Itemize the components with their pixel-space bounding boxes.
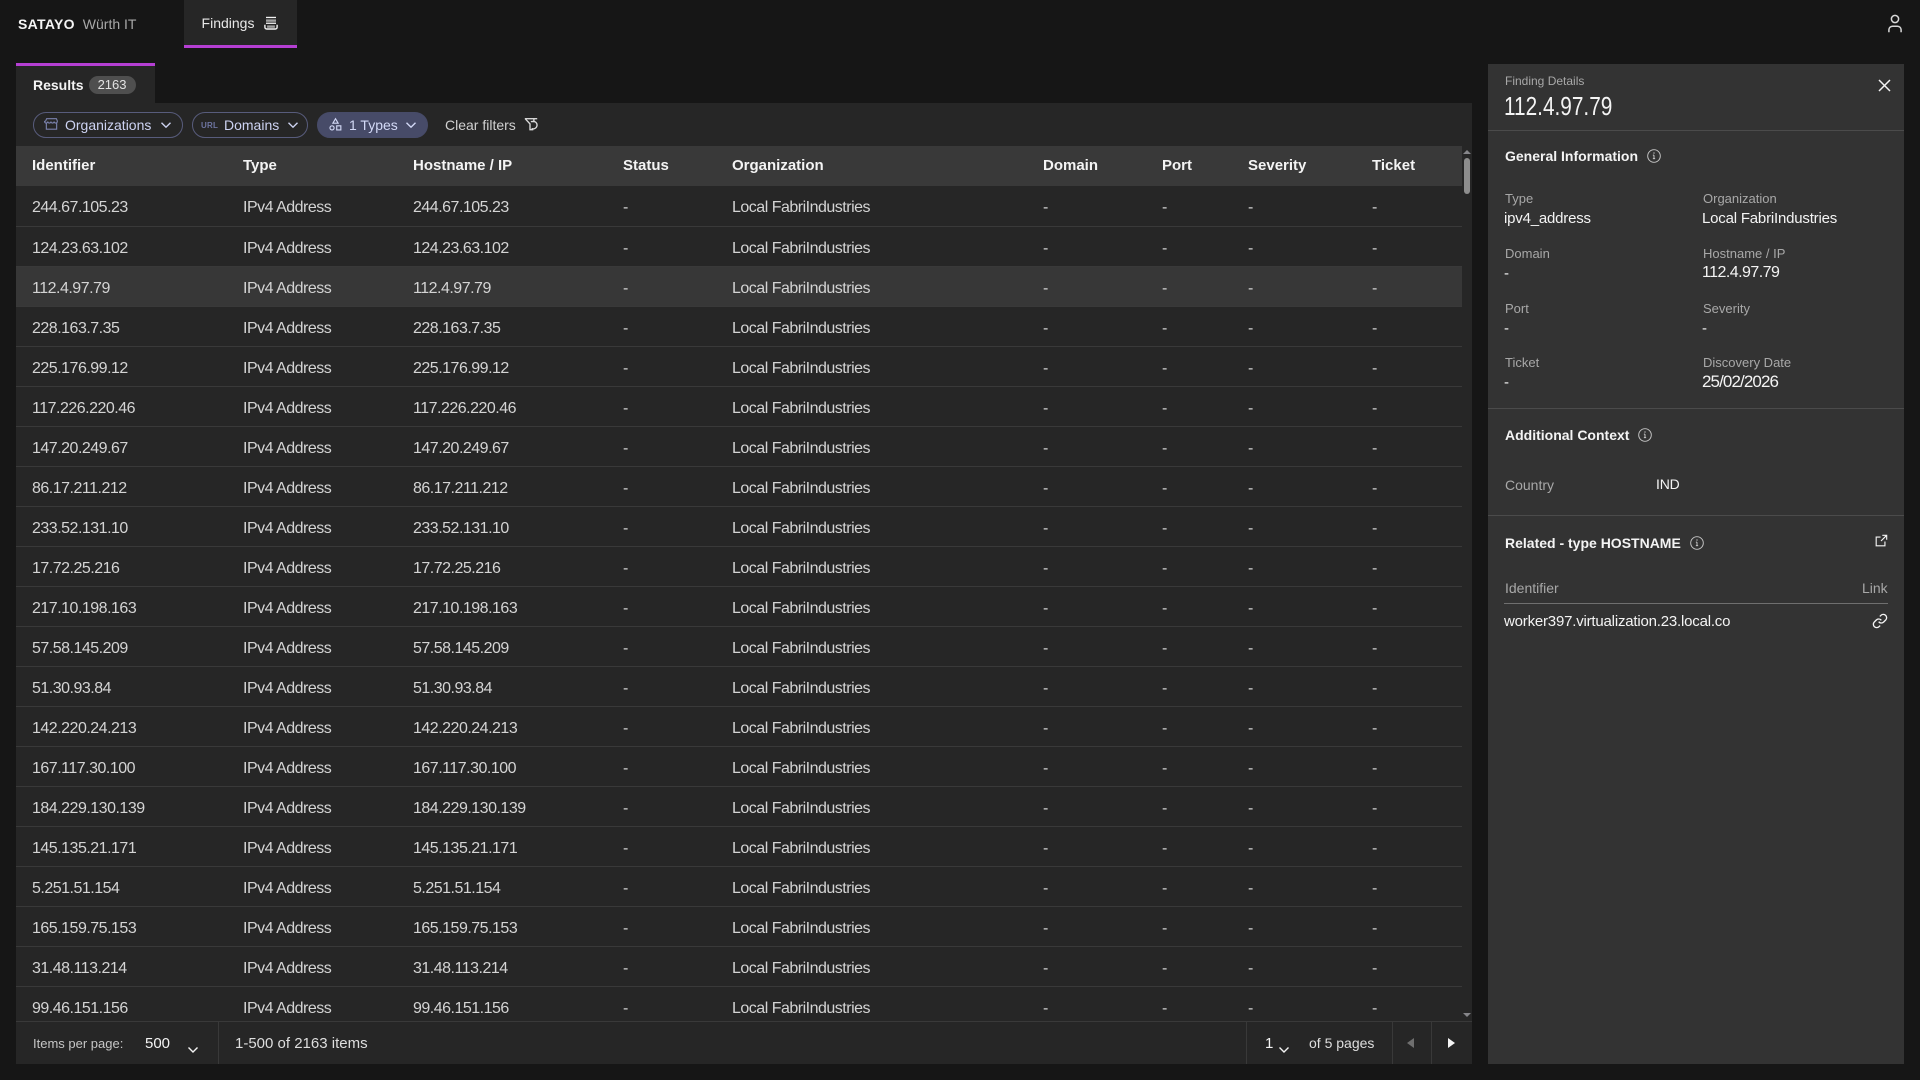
svg-text:URL: URL xyxy=(201,121,218,130)
